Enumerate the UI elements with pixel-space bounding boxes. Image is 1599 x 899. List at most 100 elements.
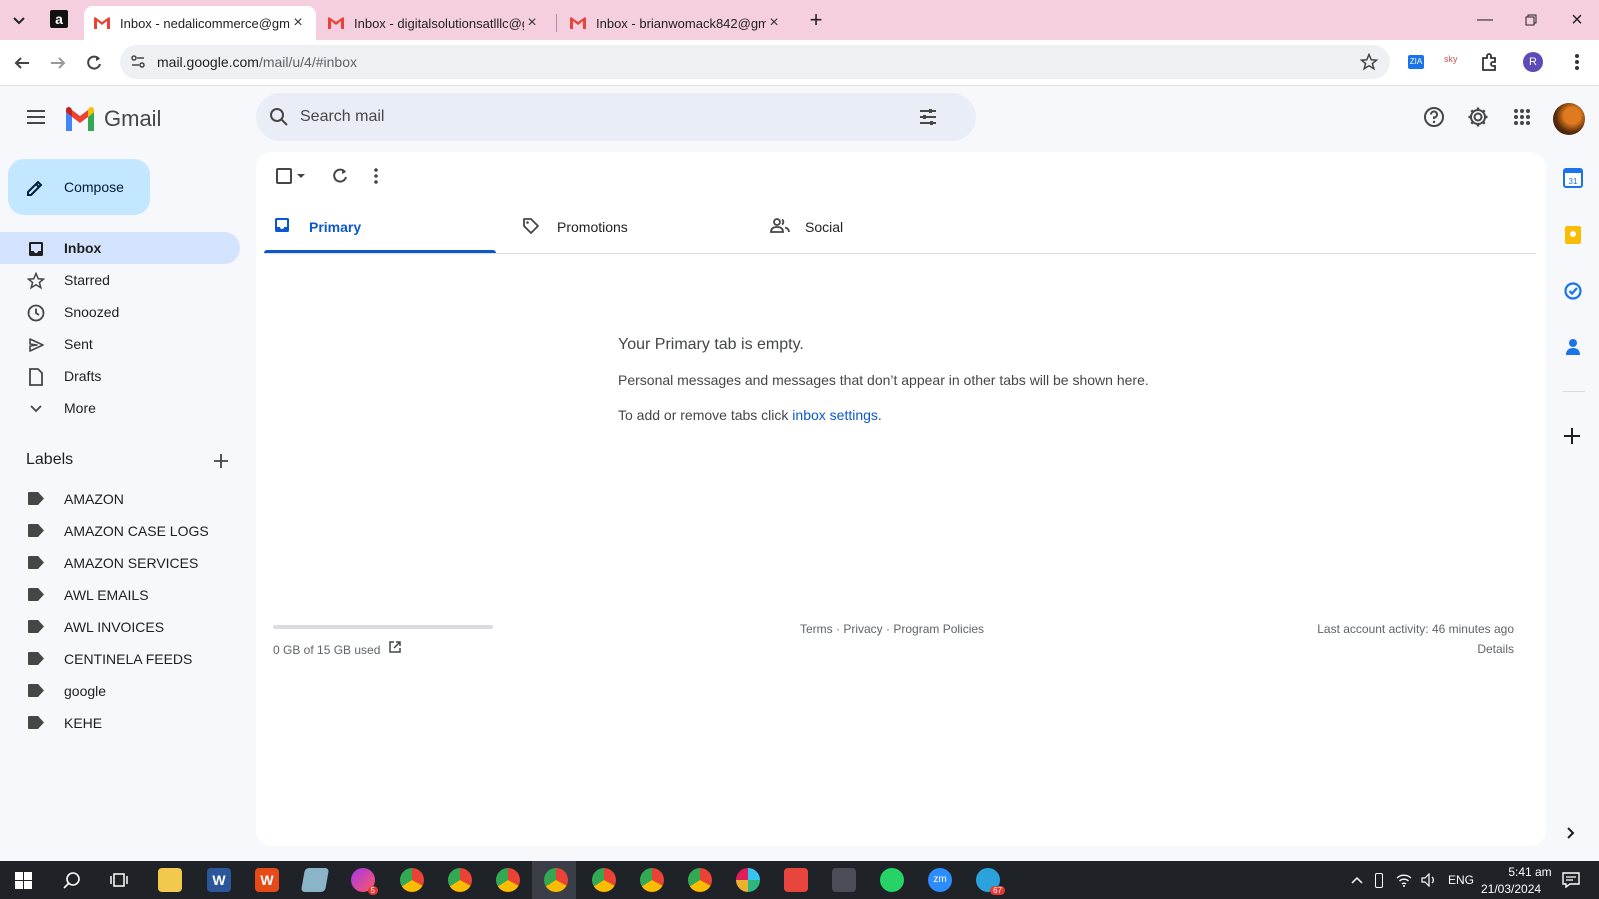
nav-item-drafts[interactable]: Drafts	[0, 360, 240, 392]
forward-button[interactable]	[45, 50, 71, 76]
extensions-puzzle-icon[interactable]	[1479, 52, 1499, 72]
more-options-icon[interactable]	[373, 167, 379, 185]
messenger-icon[interactable]: 5	[351, 868, 378, 895]
tab-divider	[556, 14, 557, 32]
taskbar-date[interactable]: 21/03/2024	[1481, 882, 1541, 896]
chrome-icon[interactable]	[544, 868, 568, 892]
contacts-icon[interactable]	[1563, 337, 1585, 359]
nav-item-more[interactable]: More	[0, 392, 240, 424]
task-view-icon[interactable]	[110, 871, 128, 889]
browser-menu-icon[interactable]	[1574, 52, 1580, 72]
whatsapp-icon[interactable]	[880, 868, 904, 892]
tab-social[interactable]: Social	[760, 199, 1000, 253]
nav-item-sent[interactable]: Sent	[0, 328, 240, 360]
search-options-icon[interactable]	[918, 107, 938, 127]
compose-button[interactable]: Compose	[8, 159, 150, 215]
chrome-icon[interactable]	[496, 868, 520, 892]
telegram-icon[interactable]: 67	[976, 868, 1005, 895]
show-hidden-icons-chevron-icon[interactable]	[1351, 875, 1363, 885]
wifi-icon[interactable]	[1396, 873, 1412, 887]
inbox-settings-link[interactable]: inbox settings	[792, 407, 878, 423]
chrome-icon[interactable]	[400, 868, 424, 892]
label-item[interactable]: google	[0, 675, 240, 707]
tab-promotions[interactable]: Promotions	[512, 199, 752, 253]
notepad-icon[interactable]	[300, 868, 330, 892]
slack-icon[interactable]	[736, 868, 760, 892]
zoom-icon[interactable]: zm	[928, 868, 952, 892]
label-item[interactable]: AMAZON SERVICES	[0, 547, 240, 579]
site-info-icon[interactable]	[130, 54, 146, 70]
select-dropdown-icon[interactable]	[296, 172, 306, 180]
close-tab-icon[interactable]: ×	[524, 15, 540, 31]
refresh-icon[interactable]	[331, 167, 349, 185]
external-link-icon[interactable]	[388, 640, 402, 654]
wps-office-icon[interactable]: W	[255, 868, 279, 892]
chrome-icon[interactable]	[688, 868, 712, 892]
close-tab-icon[interactable]: ×	[766, 15, 782, 31]
terms-link[interactable]: Terms	[800, 622, 833, 636]
tasks-icon[interactable]	[1563, 281, 1585, 303]
word-icon[interactable]: W	[207, 868, 231, 892]
chrome-icon[interactable]	[640, 868, 664, 892]
search-input[interactable]: Search mail	[300, 108, 384, 126]
browser-tab-2[interactable]: Inbox - digitalsolutionsatlllc@g ×	[318, 6, 550, 40]
amazon-pinned-tab-icon[interactable]: a	[50, 10, 68, 28]
windows-start-icon[interactable]	[15, 872, 32, 889]
nav-item-snoozed[interactable]: Snoozed	[0, 296, 240, 328]
select-all-checkbox[interactable]	[276, 168, 292, 184]
label-item[interactable]: AWL INVOICES	[0, 611, 240, 643]
search-icon[interactable]	[269, 107, 289, 127]
program-policies-link[interactable]: Program Policies	[893, 622, 984, 636]
restore-icon[interactable]	[1521, 10, 1541, 30]
minimize-icon[interactable]: —	[1475, 10, 1495, 30]
nav-label: Drafts	[64, 368, 102, 384]
chrome-icon[interactable]	[448, 868, 472, 892]
tab-search-button[interactable]	[9, 10, 29, 30]
label-item[interactable]: AWL EMAILS	[0, 579, 240, 611]
calendar-icon[interactable]: 31	[1563, 168, 1585, 190]
file-explorer-icon[interactable]	[158, 868, 182, 892]
help-icon[interactable]	[1421, 104, 1447, 130]
chrome-icon[interactable]	[592, 868, 616, 892]
create-label-plus-icon[interactable]	[213, 453, 229, 469]
label-item[interactable]: AMAZON CASE LOGS	[0, 515, 240, 547]
privacy-link[interactable]: Privacy	[843, 622, 882, 636]
battery-icon[interactable]	[1375, 873, 1383, 888]
back-button[interactable]	[9, 50, 35, 76]
label-item[interactable]: KEHE	[0, 707, 240, 739]
google-apps-icon[interactable]	[1509, 104, 1535, 130]
settings-gear-icon[interactable]	[1465, 104, 1491, 130]
gmail-logo[interactable]: Gmail	[64, 106, 161, 132]
extension-icon[interactable]: sky	[1444, 54, 1462, 70]
main-menu-icon[interactable]	[25, 108, 47, 126]
keep-icon[interactable]	[1563, 225, 1585, 247]
profile-avatar[interactable]: R	[1523, 52, 1543, 72]
language-indicator[interactable]: ENG	[1448, 873, 1474, 887]
calculator-icon[interactable]	[832, 868, 856, 892]
show-side-panel-chevron-icon[interactable]	[1563, 826, 1585, 848]
close-window-icon[interactable]: ×	[1567, 10, 1587, 30]
details-link[interactable]: Details	[1477, 642, 1514, 656]
get-addons-plus-icon[interactable]	[1563, 427, 1585, 449]
close-tab-icon[interactable]: ×	[290, 15, 306, 31]
taskbar-search-icon[interactable]	[63, 871, 81, 889]
notifications-icon[interactable]	[1562, 872, 1580, 888]
extension-icon[interactable]: ZIA	[1408, 55, 1424, 69]
new-tab-button[interactable]: +	[806, 9, 826, 31]
browser-tab-1[interactable]: Inbox - nedalicommerce@gma ×	[84, 6, 316, 40]
storage-usage-text[interactable]: 0 GB of 15 GB used	[273, 643, 380, 657]
address-bar[interactable]: mail.google.com/mail/u/4/#inbox	[120, 45, 1390, 79]
reload-button[interactable]	[81, 50, 107, 76]
search-bar[interactable]: Search mail	[256, 93, 976, 141]
browser-tab-3[interactable]: Inbox - brianwomack842@gma ×	[560, 6, 792, 40]
bookmark-star-icon[interactable]	[1360, 53, 1378, 71]
label-item[interactable]: CENTINELA FEEDS	[0, 643, 240, 675]
app-icon[interactable]	[784, 868, 808, 892]
taskbar-clock[interactable]: 5:41 am	[1500, 865, 1560, 879]
volume-icon[interactable]	[1421, 873, 1437, 887]
label-item[interactable]: AMAZON	[0, 483, 240, 515]
nav-item-starred[interactable]: Starred	[0, 264, 240, 296]
account-avatar[interactable]	[1553, 103, 1585, 135]
nav-item-inbox[interactable]: Inbox	[0, 232, 240, 264]
tab-primary[interactable]: Primary	[264, 199, 504, 253]
